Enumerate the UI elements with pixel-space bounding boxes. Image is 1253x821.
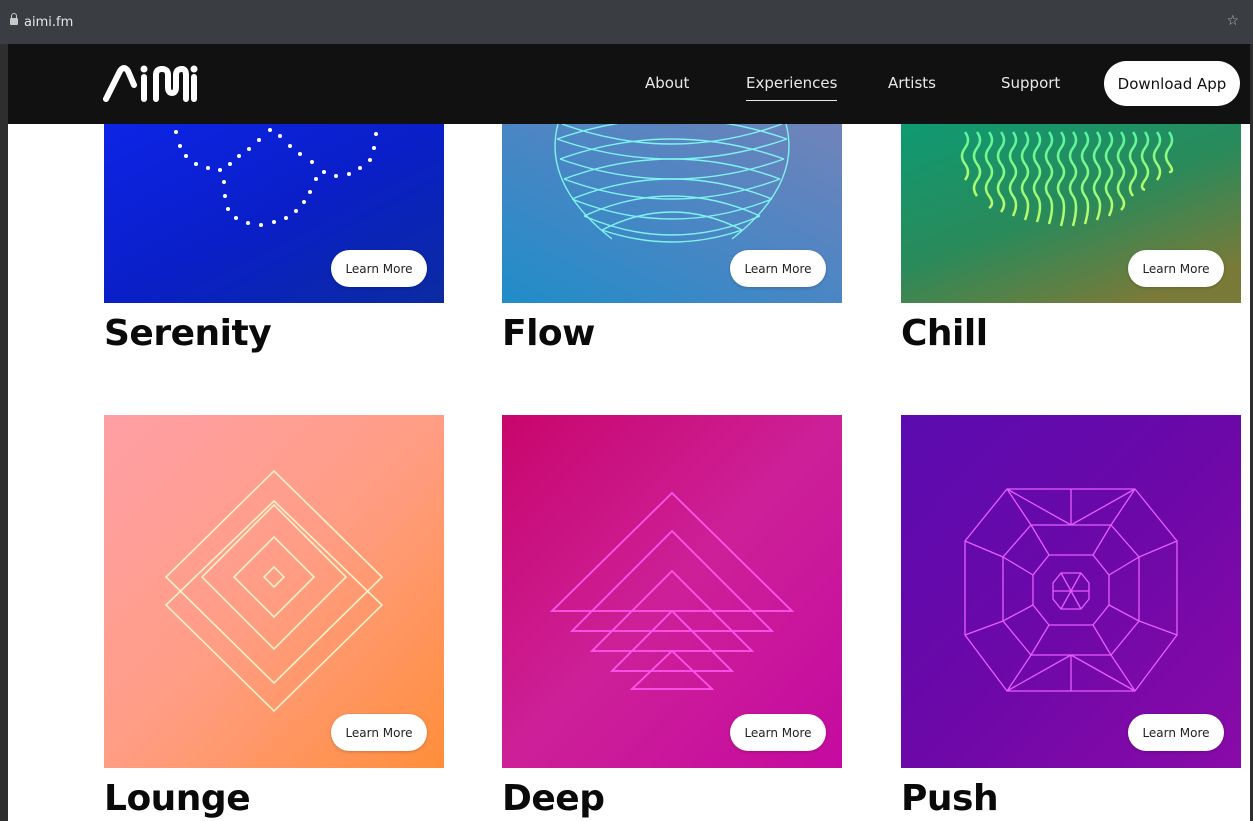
experience-card-deep[interactable]: Learn More [502, 415, 842, 768]
serenity-learn-more-button[interactable]: Learn More [331, 250, 427, 287]
nav-artists[interactable]: Artists [888, 74, 936, 92]
card-title-push: Push [901, 778, 999, 819]
lounge-learn-more-button[interactable]: Learn More [331, 714, 427, 751]
nav-support[interactable]: Support [1001, 74, 1060, 92]
deep-learn-more-button[interactable]: Learn More [730, 714, 826, 751]
experience-card-serenity[interactable]: Learn More [104, 124, 444, 303]
site-header: About Experiences Artists Support Downlo… [8, 44, 1250, 124]
push-learn-more-button[interactable]: Learn More [1128, 714, 1224, 751]
experience-card-lounge[interactable]: Learn More [104, 415, 444, 768]
aimi-logo[interactable] [100, 61, 200, 105]
bookmark-star-icon[interactable]: ☆ [1226, 13, 1239, 29]
experience-card-chill[interactable]: Learn More [901, 124, 1241, 303]
page-left-border [0, 44, 8, 821]
flow-learn-more-button[interactable]: Learn More [730, 250, 826, 287]
card-title-serenity: Serenity [104, 313, 272, 354]
nav-experiences[interactable]: Experiences [746, 74, 838, 101]
browser-url-bar[interactable]: aimi.fm ☆ [0, 0, 1253, 44]
url-text[interactable]: aimi.fm [24, 15, 73, 30]
lock-icon [10, 13, 18, 25]
nav-about[interactable]: About [645, 74, 689, 92]
chill-learn-more-button[interactable]: Learn More [1128, 250, 1224, 287]
card-title-lounge: Lounge [104, 778, 251, 819]
card-title-chill: Chill [901, 313, 988, 354]
experience-card-flow[interactable]: Learn More [502, 124, 842, 303]
card-title-deep: Deep [502, 778, 605, 819]
card-title-flow: Flow [502, 313, 595, 354]
experience-card-push[interactable]: Learn More [901, 415, 1241, 768]
download-app-button[interactable]: Download App [1104, 61, 1240, 106]
